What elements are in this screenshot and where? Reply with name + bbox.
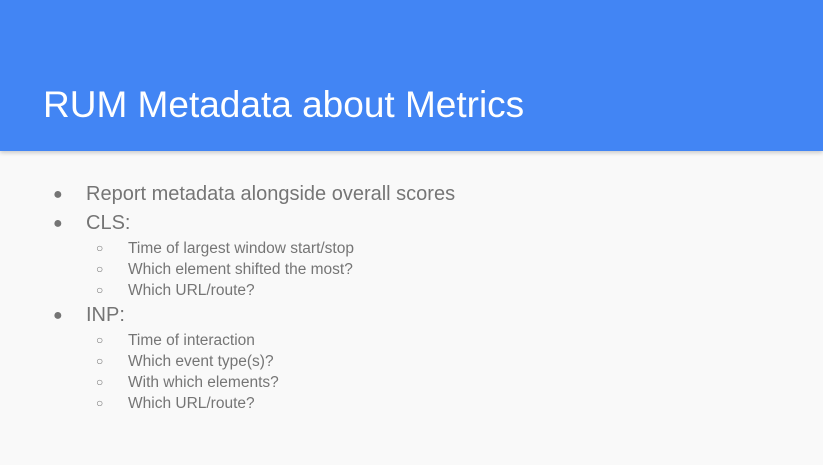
- sub-bullet-text: Which URL/route?: [128, 282, 255, 299]
- sub-bullet-text: With which elements?: [128, 374, 279, 391]
- bullet-item-inp: ● INP:: [0, 301, 823, 330]
- bullet-item-cls: ● CLS:: [0, 209, 823, 238]
- slide: RUM Metadata about Metrics ● Report meta…: [0, 0, 823, 465]
- sub-bullet-text: Which event type(s)?: [128, 353, 274, 370]
- bullet-item-report-metadata: ● Report metadata alongside overall scor…: [0, 180, 823, 209]
- bullet-text: CLS:: [86, 212, 131, 234]
- bullet-text: INP:: [86, 304, 125, 326]
- sub-bullet-text: Which element shifted the most?: [128, 261, 353, 278]
- filled-circle-bullet-icon: ●: [53, 307, 63, 324]
- filled-circle-bullet-icon: ●: [53, 186, 63, 203]
- sub-bullet-item: ○ Time of largest window start/stop: [0, 238, 823, 259]
- slide-body: ● Report metadata alongside overall scor…: [0, 180, 823, 414]
- hollow-circle-bullet-icon: ○: [96, 354, 104, 368]
- hollow-circle-bullet-icon: ○: [96, 333, 104, 347]
- hollow-circle-bullet-icon: ○: [96, 396, 104, 410]
- sub-bullet-item: ○ Which URL/route?: [0, 280, 823, 301]
- sub-bullet-item: ○ With which elements?: [0, 372, 823, 393]
- filled-circle-bullet-icon: ●: [53, 215, 63, 232]
- sub-bullet-item: ○ Time of interaction: [0, 330, 823, 351]
- title-bar: RUM Metadata about Metrics: [0, 0, 823, 151]
- sub-bullet-item: ○ Which element shifted the most?: [0, 259, 823, 280]
- sub-bullet-item: ○ Which event type(s)?: [0, 351, 823, 372]
- sub-bullet-text: Time of largest window start/stop: [128, 240, 354, 257]
- sub-bullet-text: Which URL/route?: [128, 395, 255, 412]
- bullet-text: Report metadata alongside overall scores: [86, 183, 456, 205]
- bullet-list: ● Report metadata alongside overall scor…: [0, 180, 823, 414]
- sub-bullet-text: Time of interaction: [128, 332, 255, 349]
- hollow-circle-bullet-icon: ○: [96, 283, 104, 297]
- slide-title: RUM Metadata about Metrics: [43, 84, 525, 125]
- hollow-circle-bullet-icon: ○: [96, 375, 104, 389]
- sub-bullet-item: ○ Which URL/route?: [0, 393, 823, 414]
- hollow-circle-bullet-icon: ○: [96, 262, 104, 276]
- hollow-circle-bullet-icon: ○: [96, 241, 104, 255]
